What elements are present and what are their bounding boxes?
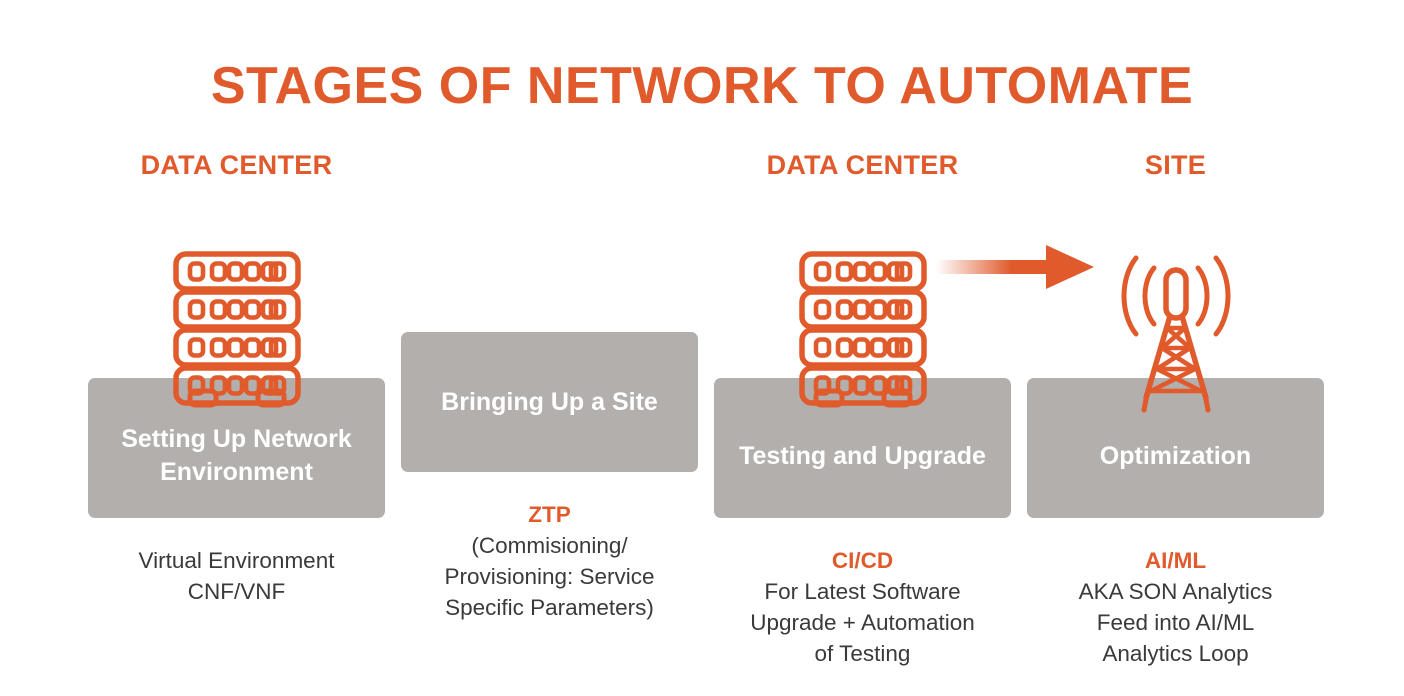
stage-caption-body-2: (Commisioning/ Provisioning: Service Spe… xyxy=(444,533,655,621)
stage-card-label-4: Optimization xyxy=(1099,441,1252,470)
stage-card-2[interactable]: Bringing Up a Site xyxy=(401,332,698,472)
stage-caption-head-3: CI/CD xyxy=(831,548,894,573)
stage-caption-3: CI/CD For Latest Software Upgrade + Auto… xyxy=(714,545,1011,669)
stage-caption-body-3: For Latest Software Upgrade + Automation… xyxy=(750,579,975,667)
page-title: STAGES OF NETWORK TO AUTOMATE xyxy=(210,57,1194,115)
stage-column-1: DATA CENTER Setting Up Network Environme… xyxy=(88,145,385,625)
stage-caption-4: AI/ML AKA SON Analytics Feed into AI/ML … xyxy=(1027,545,1324,669)
stage-card-label-2: Bringing Up a Site xyxy=(441,387,658,416)
stage-caption-body-1: Virtual Environment CNF/VNF xyxy=(138,548,335,605)
stage-caption-2: ZTP (Commisioning/ Provisioning: Service… xyxy=(401,499,698,623)
stage-caption-1: Virtual Environment CNF/VNF xyxy=(88,545,385,607)
server-rack-icon xyxy=(172,250,302,410)
stage-caption-head-2: ZTP xyxy=(528,502,571,527)
stage-caption-body-4: AKA SON Analytics Feed into AI/ML Analyt… xyxy=(1078,579,1273,667)
cell-tower-icon xyxy=(1116,250,1236,416)
stage-header-1: DATA CENTER xyxy=(140,150,333,180)
stage-card-label-1: Setting Up Network Environment xyxy=(121,425,352,486)
stage-caption-head-4: AI/ML xyxy=(1144,548,1207,573)
stage-header-4: SITE xyxy=(1144,150,1207,180)
stage-column-2: Bringing Up a Site ZTP (Commisioning/ Pr… xyxy=(401,145,698,625)
right-arrow-icon xyxy=(936,243,1094,291)
server-rack-icon xyxy=(798,250,928,410)
stage-column-3: DATA CENTER Testing and Upgrade CI/CD Fo… xyxy=(714,145,1011,666)
stage-column-4: SITE Optimization AI/ML AKA SON Analytic… xyxy=(1027,145,1324,666)
stage-columns: DATA CENTER Setting Up Network Environme… xyxy=(88,145,1324,666)
stage-icon-area-2 xyxy=(401,145,698,332)
stage-card-label-3: Testing and Upgrade xyxy=(739,441,986,470)
stage-header-3: DATA CENTER xyxy=(766,150,959,180)
stage-icon-area-1 xyxy=(88,191,385,408)
